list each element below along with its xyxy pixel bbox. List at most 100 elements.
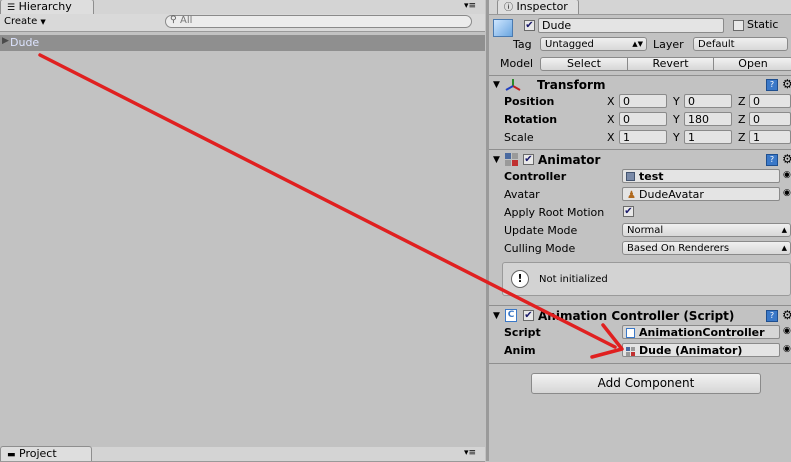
rotation-z-label: Z: [738, 113, 746, 126]
rotation-x-field[interactable]: 0: [619, 112, 667, 126]
transform-title: Transform: [537, 78, 606, 92]
panel-menu-icon[interactable]: ▾≡: [464, 1, 476, 11]
position-label: Position: [504, 95, 555, 108]
tag-dropdown[interactable]: Untagged ▲▼: [540, 37, 647, 51]
scale-y-field[interactable]: 1: [684, 130, 732, 144]
rotation-z-field[interactable]: 0: [749, 112, 791, 126]
list-item[interactable]: ▶ Dude: [0, 35, 485, 51]
object-picker-icon[interactable]: ◉: [783, 326, 791, 336]
position-x-label: X: [607, 95, 615, 108]
gameobject-icon: [493, 19, 513, 37]
script-icon: C: [505, 309, 517, 322]
object-picker-icon[interactable]: ◉: [783, 170, 791, 180]
info-box: ! Not initialized: [502, 262, 791, 296]
position-z-field[interactable]: 0: [749, 94, 791, 108]
help-icon[interactable]: ?: [766, 79, 778, 91]
controller-field[interactable]: test: [622, 169, 780, 183]
scale-x-label: X: [607, 131, 615, 144]
rotation-y-field[interactable]: 180: [684, 112, 732, 126]
tab-inspector[interactable]: ⓘ Inspector: [497, 0, 579, 14]
scale-label: Scale: [504, 131, 534, 144]
active-checkbox[interactable]: ✔: [524, 20, 535, 31]
dropdown-arrow-icon: ▲: [781, 244, 787, 252]
search-icon: ⚲: [170, 15, 177, 25]
position-y-label: Y: [673, 95, 680, 108]
tag-label: Tag: [513, 38, 532, 51]
avatar-icon: ♟: [627, 190, 636, 201]
avatar-label: Avatar: [504, 188, 540, 201]
divider: [489, 363, 791, 364]
info-icon: ⓘ: [504, 3, 514, 13]
rotation-label: Rotation: [504, 113, 558, 126]
apply-root-motion-label: Apply Root Motion: [504, 206, 605, 219]
add-component-button[interactable]: Add Component: [531, 373, 761, 394]
animator-icon: [626, 346, 635, 356]
avatar-field[interactable]: ♟ DudeAvatar: [622, 187, 780, 201]
gear-icon[interactable]: ⚙: [782, 77, 791, 91]
revert-button[interactable]: Revert: [627, 57, 714, 71]
model-label: Model: [500, 57, 534, 70]
animation-controller-title: Animation Controller (Script): [538, 309, 735, 323]
gear-icon[interactable]: ⚙: [782, 308, 791, 322]
hierarchy-panel: ☰ Hierarchy ▾≡ Create ▼ ⚲ All ▶ Dude: [0, 0, 485, 445]
gear-icon[interactable]: ⚙: [782, 152, 791, 166]
rotation-x-label: X: [607, 113, 615, 126]
info-icon: !: [511, 270, 529, 288]
position-y-field[interactable]: 0: [684, 94, 732, 108]
update-mode-dropdown[interactable]: Normal ▲: [622, 223, 791, 237]
divider: [489, 149, 791, 150]
script-enabled-checkbox[interactable]: ✔: [523, 310, 534, 321]
folder-icon: ▬: [7, 450, 16, 460]
help-icon[interactable]: ?: [766, 154, 778, 166]
animator-enabled-checkbox[interactable]: ✔: [523, 154, 534, 165]
rotation-y-label: Y: [673, 113, 680, 126]
update-mode-label: Update Mode: [504, 224, 578, 237]
select-button[interactable]: Select: [540, 57, 628, 71]
layer-dropdown[interactable]: Default: [693, 37, 788, 51]
foldout-arrow-icon[interactable]: ▼: [493, 311, 500, 321]
animator-title: Animator: [538, 153, 601, 167]
anim-label: Anim: [504, 344, 536, 357]
panel-menu-icon[interactable]: ▾≡: [464, 448, 476, 458]
animator-icon: [505, 153, 518, 166]
position-z-label: Z: [738, 95, 746, 108]
controller-label: Controller: [504, 170, 567, 183]
search-input[interactable]: ⚲ All: [165, 15, 472, 28]
tab-hierarchy[interactable]: ☰ Hierarchy: [0, 0, 94, 14]
animator-controller-icon: [626, 172, 635, 181]
tab-project[interactable]: ▬ Project: [0, 446, 92, 461]
script-field[interactable]: AnimationController: [622, 325, 780, 339]
dropdown-arrow-icon: ▲: [781, 226, 787, 234]
static-label: Static: [747, 18, 779, 31]
object-picker-icon[interactable]: ◉: [783, 188, 791, 198]
open-button[interactable]: Open: [713, 57, 791, 71]
create-button[interactable]: Create ▼: [4, 16, 46, 27]
foldout-arrow-icon[interactable]: ▼: [493, 155, 500, 165]
chevron-down-icon: ▼: [40, 18, 46, 26]
scale-x-field[interactable]: 1: [619, 130, 667, 144]
divider: [489, 75, 791, 76]
object-picker-icon[interactable]: ◉: [783, 344, 791, 354]
anim-field[interactable]: Dude (Animator): [622, 343, 780, 357]
info-message: Not initialized: [539, 274, 608, 285]
divider: [489, 305, 791, 306]
position-x-field[interactable]: 0: [619, 94, 667, 108]
inspector-panel: ⓘ Inspector ✔ Dude Static Tag Untagged ▲…: [489, 0, 791, 461]
culling-mode-dropdown[interactable]: Based On Renderers ▲: [622, 241, 791, 255]
dropdown-arrow-icon: ▲▼: [632, 40, 643, 48]
script-icon: [626, 328, 635, 338]
scale-z-field[interactable]: 1: [749, 130, 791, 144]
culling-mode-label: Culling Mode: [504, 242, 576, 255]
static-checkbox[interactable]: [733, 20, 744, 31]
apply-root-motion-checkbox[interactable]: ✔: [623, 206, 634, 217]
expand-arrow-icon[interactable]: ▶: [2, 36, 9, 46]
help-icon[interactable]: ?: [766, 310, 778, 322]
object-name-field[interactable]: Dude: [538, 18, 724, 33]
hierarchy-tab-icon: ☰: [7, 3, 16, 13]
foldout-arrow-icon[interactable]: ▼: [493, 80, 500, 90]
transform-icon: [505, 78, 521, 92]
layer-label: Layer: [653, 38, 684, 51]
script-label: Script: [504, 326, 541, 339]
scale-z-label: Z: [738, 131, 746, 144]
scale-y-label: Y: [673, 131, 680, 144]
